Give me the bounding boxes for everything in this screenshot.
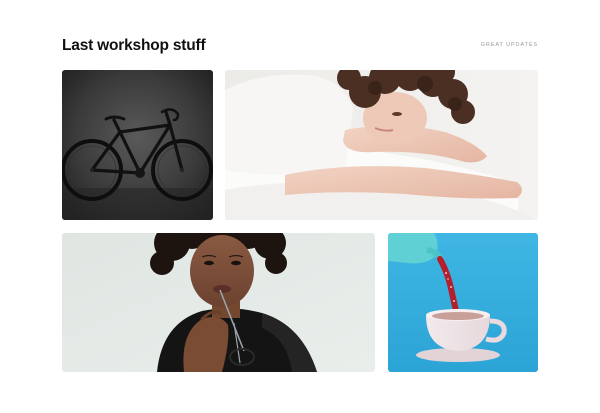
- bicycle-photo: [62, 70, 213, 220]
- gallery-tile-tea[interactable]: [388, 233, 538, 372]
- woman-pillow-photo: [225, 70, 538, 220]
- gallery-tile-bicycle[interactable]: [62, 70, 213, 220]
- workshop-gallery-page: Last workshop stuff GREAT UPDATES: [0, 0, 600, 413]
- tea-pour-photo: [388, 233, 538, 372]
- woman-glasses-photo: [62, 233, 375, 372]
- great-updates-link[interactable]: GREAT UPDATES: [481, 42, 538, 48]
- section-title: Last workshop stuff: [62, 37, 206, 54]
- gallery-tile-woman-pillow[interactable]: [225, 70, 538, 220]
- gallery-tile-woman-glasses[interactable]: [62, 233, 375, 372]
